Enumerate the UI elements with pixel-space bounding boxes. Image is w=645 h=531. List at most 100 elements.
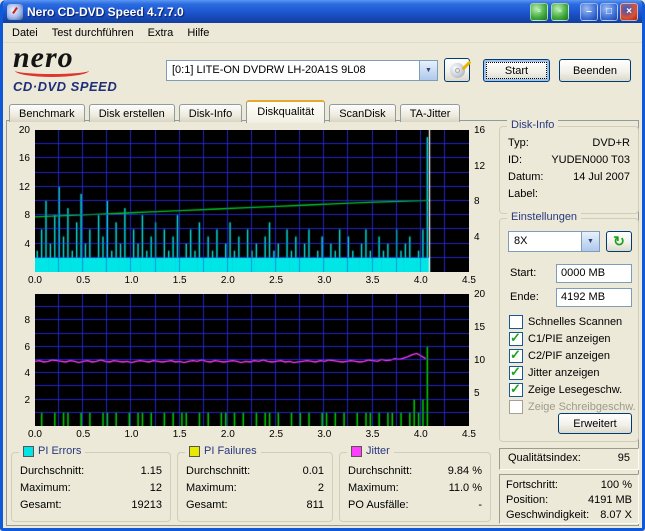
pi-failures-jitter-chart: 0.0 0.5 1.0 1.5 2.0 2.5 3.0 3.5 4.0 4.5 2 4 6 8 5 10 15 2… bbox=[9, 289, 499, 445]
checkbox-box[interactable]: ✓ bbox=[509, 314, 523, 329]
pi-errors-chart: 0.0 0.5 1.0 1.5 2.0 2.5 3.0 3.5 4.0 4.5 4 8 12 16 20 4 8… bbox=[9, 125, 499, 291]
checkbox-c1-pie-anzeigen[interactable]: ✓ C1/PIE anzeigen bbox=[500, 330, 638, 347]
geschwindigkeit-row: Geschwindigkeit: 8.07 X bbox=[506, 509, 632, 521]
axis-tick-label: 1.5 bbox=[172, 275, 187, 286]
axis-tick-label: 2.0 bbox=[220, 429, 235, 440]
pi-errors-panel: PI Errors Durchschnitt: 1.15 Maximum: 12 G… bbox=[11, 445, 171, 522]
custom-green-button-2[interactable]: ▫ bbox=[551, 2, 569, 21]
checkbox-zeige-lesegeschw[interactable]: ✓ Zeige Lesegeschw. bbox=[500, 381, 638, 398]
jitter-durchschnitt-row: Durchschnitt: 9.84 % bbox=[348, 465, 482, 477]
jitter-panel-title: Jitter bbox=[347, 445, 394, 457]
tab-diskqualitaet[interactable]: Diskqualität bbox=[246, 100, 326, 123]
tab-ta-jitter[interactable]: TA-Jitter bbox=[399, 104, 461, 122]
axis-tick-label: 0.5 bbox=[76, 429, 91, 440]
start-mb-field[interactable]: 0000 MB bbox=[556, 264, 632, 283]
checkbox-box[interactable]: ✓ bbox=[509, 347, 523, 363]
axis-tick-label: 16 bbox=[18, 153, 30, 165]
disk-info-id-row: ID: YUDEN000 T03 bbox=[508, 154, 630, 166]
pi-errors-panel-label: PI Errors bbox=[38, 445, 82, 457]
quality-index-label: Qualitätsindex: bbox=[508, 452, 581, 464]
axis-tick-label: 0.0 bbox=[28, 275, 42, 286]
advanced-button[interactable]: Erweitert bbox=[558, 413, 632, 434]
axis-tick-label: 8 bbox=[474, 196, 480, 207]
checkbox-c2-pif-anzeigen[interactable]: ✓ C2/PIF anzeigen bbox=[500, 347, 638, 364]
axis-tick-label: 3.5 bbox=[365, 275, 380, 286]
chevron-down-icon[interactable]: ▼ bbox=[419, 61, 437, 80]
settings-title: Einstellungen bbox=[507, 211, 582, 223]
axis-tick-label: 3.0 bbox=[317, 429, 332, 440]
speed-select[interactable]: 8X ▼ bbox=[508, 231, 600, 252]
disc-icon bbox=[449, 60, 471, 78]
tab-strip: Benchmark Disk erstellen Disk-Info Diskq… bbox=[9, 100, 461, 123]
pi-failures-color-swatch bbox=[189, 445, 200, 457]
axis-tick-label: 12 bbox=[18, 181, 30, 193]
menu-test-durchfuehren[interactable]: Test durchführen bbox=[45, 25, 141, 41]
checkbox-schnelles-scannen[interactable]: ✓ Schnelles Scannen bbox=[500, 313, 638, 330]
app-window: Nero CD-DVD Speed 4.7.7.0 ▫ ▫ – □ × Date… bbox=[0, 0, 645, 531]
axis-tick-label: 3.0 bbox=[317, 275, 332, 286]
quality-index-value: 95 bbox=[617, 452, 630, 464]
checkbox-box[interactable]: ✓ bbox=[509, 330, 523, 346]
axis-tick-label: 20 bbox=[474, 289, 486, 300]
axis-tick-label: 4 bbox=[474, 231, 480, 243]
drive-select-value: [0:1] LITE-ON DVDRW LH-20A1S 9L08 bbox=[172, 64, 366, 76]
pif-gesamt-row: Gesamt: 811 bbox=[186, 499, 324, 511]
axis-tick-label: 0.5 bbox=[76, 275, 91, 286]
close-button[interactable]: × bbox=[620, 2, 638, 21]
tab-disk-info[interactable]: Disk-Info bbox=[178, 104, 243, 122]
axis-tick-label: 4.5 bbox=[462, 429, 476, 440]
axis-tick-label: 4 bbox=[24, 238, 30, 250]
tab-disk-erstellen[interactable]: Disk erstellen bbox=[88, 104, 175, 122]
axis-tick-label: 15 bbox=[474, 322, 486, 333]
jitter-maximum-row: Maximum: 11.0 % bbox=[348, 482, 482, 494]
pie-durchschnitt-row: Durchschnitt: 1.15 bbox=[20, 465, 162, 477]
quit-button[interactable]: Beenden bbox=[559, 59, 631, 82]
speed-chevron-down-icon[interactable]: ▼ bbox=[581, 232, 599, 251]
menu-datei[interactable]: Datei bbox=[5, 25, 45, 41]
pi-failures-panel: PI Failures Durchschnitt: 0.01 Maximum: 2 … bbox=[177, 445, 333, 522]
start-mb-label: Start: bbox=[510, 267, 537, 279]
drive-select[interactable]: [0:1] LITE-ON DVDRW LH-20A1S 9L08 ▼ bbox=[166, 60, 438, 81]
custom-green-button-1[interactable]: ▫ bbox=[530, 2, 548, 21]
checkbox-box[interactable]: ✓ bbox=[509, 381, 523, 397]
titlebar[interactable]: Nero CD-DVD Speed 4.7.7.0 ▫ ▫ – □ × bbox=[3, 0, 642, 23]
pi-failures-jitter-plot bbox=[35, 294, 469, 426]
disk-info-title: Disk-Info bbox=[507, 119, 559, 131]
axis-tick-label: 4.0 bbox=[413, 429, 428, 440]
position-row: Position: 4191 MB bbox=[506, 494, 632, 506]
refresh-icon: ↻ bbox=[613, 233, 625, 249]
checkbox-box[interactable]: ✓ bbox=[509, 399, 523, 414]
menu-extra[interactable]: Extra bbox=[141, 25, 181, 41]
ende-mb-field[interactable]: 4192 MB bbox=[556, 288, 632, 307]
pif-maximum-row: Maximum: 2 bbox=[186, 482, 324, 494]
axis-tick-label: 2.5 bbox=[269, 275, 284, 286]
pie-maximum-row: Maximum: 12 bbox=[20, 482, 162, 494]
minimize-button[interactable]: – bbox=[580, 2, 598, 21]
jitter-color-swatch bbox=[351, 445, 362, 457]
checkbox-box[interactable]: ✓ bbox=[509, 364, 523, 380]
disk-info-group: Disk-Info Typ: DVD+R ID: YUDEN000 T03 Datu… bbox=[499, 119, 639, 214]
axis-tick-label: 5 bbox=[474, 388, 480, 399]
maximize-button[interactable]: □ bbox=[600, 2, 618, 21]
axis-tick-label: 4 bbox=[24, 368, 30, 380]
axis-tick-label: 1.5 bbox=[172, 429, 187, 440]
axis-tick-label: 2.5 bbox=[269, 429, 284, 440]
refresh-button[interactable]: ↻ bbox=[606, 231, 632, 252]
axis-tick-label: 8 bbox=[24, 210, 30, 222]
tab-scandisk[interactable]: ScanDisk bbox=[329, 104, 396, 122]
axis-tick-label: 4.5 bbox=[462, 275, 476, 286]
axis-tick-label: 2.0 bbox=[220, 275, 235, 286]
axis-tick-label: 1.0 bbox=[124, 275, 139, 286]
quality-index-row: Qualitätsindex: 95 bbox=[500, 449, 638, 467]
menu-hilfe[interactable]: Hilfe bbox=[180, 25, 216, 41]
jitter-po-ausfaelle-row: PO Ausfälle: - bbox=[348, 499, 482, 511]
checkbox-jitter-anzeigen[interactable]: ✓ Jitter anzeigen bbox=[500, 364, 638, 381]
axis-tick-label: 3.5 bbox=[365, 429, 380, 440]
menubar: Datei Test durchführen Extra Hilfe bbox=[3, 23, 642, 43]
window-buttons: ▫ ▫ – □ × bbox=[530, 2, 638, 21]
tab-benchmark[interactable]: Benchmark bbox=[9, 104, 85, 122]
start-button[interactable]: Start bbox=[483, 59, 550, 82]
eject-disc-button[interactable] bbox=[444, 58, 471, 82]
pi-errors-color-swatch bbox=[23, 445, 34, 457]
pi-errors-panel-title: PI Errors bbox=[19, 445, 86, 457]
